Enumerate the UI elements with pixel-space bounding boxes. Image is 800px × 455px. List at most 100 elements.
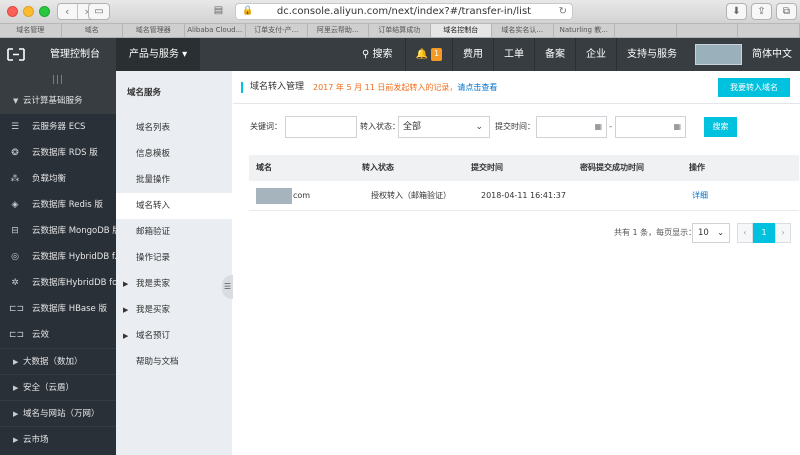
close-window-button[interactable] (7, 6, 18, 17)
subnav-item-help[interactable]: 帮助与文档 (116, 349, 232, 375)
sidebar-group-bigdata[interactable]: ▶ 大数据（数加） (0, 348, 116, 374)
sidebar-group-marketplace[interactable]: ▶ 云市场 (0, 426, 116, 452)
tab-4[interactable]: 订单支付-产... (246, 24, 308, 37)
keyword-input[interactable] (285, 116, 357, 138)
sidebar-group-label: 安全（云盾） (23, 383, 75, 393)
console-home-link[interactable]: 管理控制台 (50, 38, 100, 71)
table-header: 域名 转入状态 提交时间 密码提交成功时间 操作 (249, 155, 799, 181)
reload-icon[interactable]: ↻ (559, 4, 567, 19)
status-cell: 授权转入（邮箱验证） (371, 191, 451, 200)
transfer-domain-button[interactable]: 我要转入域名 (718, 78, 790, 97)
aliyun-logo-icon[interactable] (6, 48, 26, 61)
prev-page-button[interactable]: ‹ (737, 223, 753, 243)
sidebar-item-hybriddb-2[interactable]: ✲ 云数据库HybridDB fo... (0, 270, 116, 296)
tab-7[interactable]: 域名控制台 (430, 24, 492, 37)
sidebar-item-ecs[interactable]: ☰ 云服务器 ECS (0, 114, 116, 140)
address-bar[interactable]: 🔒 dc.console.aliyun.com/next/index?#/tra… (235, 3, 573, 20)
sidebar-item-redis[interactable]: ◈ 云数据库 Redis 版 (0, 192, 116, 218)
tab-2[interactable]: 域名管理器 (123, 24, 185, 37)
maximize-window-button[interactable] (39, 6, 50, 17)
download-icon[interactable]: ⬇ (726, 3, 747, 20)
sidebar-toggle-icon[interactable]: ▭ (88, 3, 110, 20)
subnav-item-transfer-in[interactable]: 域名转入 (116, 193, 232, 219)
subnav-item-logs[interactable]: 操作记录 (116, 245, 232, 271)
tabs-overview-icon[interactable]: ⧉ (776, 3, 797, 20)
sidebar-item-hbase[interactable]: ⊏⊐ 云数据库 HBase 版 (0, 296, 116, 322)
tab-0[interactable]: 域名管理 (0, 24, 62, 37)
browser-toolbar: ‹ › ▭ ▤ 🔒 dc.console.aliyun.com/next/ind… (0, 0, 800, 24)
sidebar-item-mongodb[interactable]: ⊟ 云数据库 MongoDB 版 (0, 218, 116, 244)
notice-text: 2017 年 5 月 11 日前发起转入的记录，请点击查看 (313, 71, 497, 104)
nav-enterprise[interactable]: 企业 (575, 38, 616, 71)
share-icon[interactable]: ⇪ (751, 3, 772, 20)
calendar-icon: ▦ (594, 122, 602, 131)
page-size-select[interactable]: 10 ⌄ (692, 223, 730, 243)
tab-9[interactable]: Naturling 教... (554, 24, 615, 37)
server-icon: ☰ (10, 122, 20, 132)
sidebar-item-label: 云数据库 Redis 版 (32, 200, 103, 210)
subnav-item-buyer[interactable]: ▶ 我是买家 (116, 297, 232, 323)
language-switch[interactable]: 简体中文 (750, 38, 800, 71)
nav-icp[interactable]: 备案 (534, 38, 575, 71)
nav-support[interactable]: 支持与服务 (616, 38, 687, 71)
col-action: 操作 (689, 163, 705, 172)
minimize-window-button[interactable] (23, 6, 34, 17)
sidebar-item-yunxiao[interactable]: ⊏⊐ 云效 (0, 322, 116, 348)
search-icon: ⚲ (362, 49, 373, 60)
nav-tickets[interactable]: 工单 (493, 38, 534, 71)
back-icon[interactable]: ‹ (58, 4, 78, 19)
search-button[interactable]: 搜索 (704, 117, 737, 137)
tab-3[interactable]: Alibaba Cloud... (185, 24, 246, 37)
subnav-item-label: 域名转入 (136, 201, 171, 211)
time-label: 提交时间： (495, 122, 535, 131)
subnav-item-reserve[interactable]: ▶ 域名预订 (116, 323, 232, 349)
tab-6[interactable]: 订单结算成功 (369, 24, 431, 37)
caret-down-icon: ▼ (13, 97, 19, 105)
sidebar-item-hybriddb[interactable]: ◎ 云数据库 HybridDB f... (0, 244, 116, 270)
start-date-input[interactable]: ▦ (536, 116, 607, 138)
sidebar-group-cloud-basics[interactable]: ▼ 云计算基础服务 (0, 89, 116, 114)
caret-right-icon: ▶ (123, 332, 129, 340)
status-select[interactable]: 全部 ⌄ (398, 116, 490, 138)
share-page-icon[interactable]: ▤ (210, 3, 227, 20)
subnav-item-label: 我是卖家 (136, 279, 171, 289)
password-time-cell (573, 181, 682, 210)
sidebar-group-label: 域名与网站（万网） (23, 409, 100, 419)
detail-link[interactable]: 详细 (682, 181, 799, 210)
tab-8[interactable]: 域名实名认... (492, 24, 554, 37)
caret-right-icon: ▶ (123, 280, 129, 288)
tab-5[interactable]: 阿里云帮助... (308, 24, 369, 37)
end-date-input[interactable]: ▦ (615, 116, 686, 138)
status-value: 全部 (403, 122, 422, 132)
chevron-down-icon: ⌄ (717, 228, 724, 237)
next-page-button[interactable]: › (775, 223, 791, 243)
subnav-item-seller[interactable]: ▶ 我是卖家 (116, 271, 232, 297)
sidebar-group-security[interactable]: ▶ 安全（云盾） (0, 374, 116, 400)
sidebar-item-rds[interactable]: ❂ 云数据库 RDS 版 (0, 140, 116, 166)
tab-10[interactable] (615, 24, 677, 37)
sidebar-group-domains[interactable]: ▶ 域名与网站（万网） (0, 400, 116, 426)
keyword-label: 关键词： (250, 122, 282, 131)
notice-link[interactable]: 请点击查看 (457, 83, 497, 92)
products-menu[interactable]: 产品与服务 ▾ (116, 38, 200, 71)
subnav-item-batch[interactable]: 批量操作 (116, 167, 232, 193)
sidebar-collapse-handle[interactable]: ||| (0, 71, 116, 89)
search-button[interactable]: ⚲ 搜索 (352, 38, 405, 71)
submit-time-cell: 2018-04-11 16:41:37 (481, 191, 566, 200)
tab-1[interactable]: 域名 (62, 24, 123, 37)
tab-11[interactable] (677, 24, 738, 37)
subnav-item-templates[interactable]: 信息模板 (116, 141, 232, 167)
sidebar-item-slb[interactable]: ⁂ 负载均衡 (0, 166, 116, 192)
notice-message: 2017 年 5 月 11 日前发起转入的记录， (313, 83, 458, 92)
notification-button[interactable]: 🔔 1 (404, 38, 452, 71)
nav-billing[interactable]: 费用 (452, 38, 493, 71)
database-icon: ❂ (11, 148, 19, 158)
page-1-button[interactable]: 1 (753, 223, 775, 243)
chevron-down-icon: ⌄ (475, 122, 483, 132)
domain-cell: com (249, 181, 355, 210)
tab-12[interactable] (738, 24, 800, 37)
subnav-collapse-icon[interactable]: ☰ (222, 275, 233, 299)
subnav-item-email-verify[interactable]: 邮箱验证 (116, 219, 232, 245)
subnav-item-domain-list[interactable]: 域名列表 (116, 115, 232, 141)
user-avatar[interactable] (695, 44, 742, 65)
